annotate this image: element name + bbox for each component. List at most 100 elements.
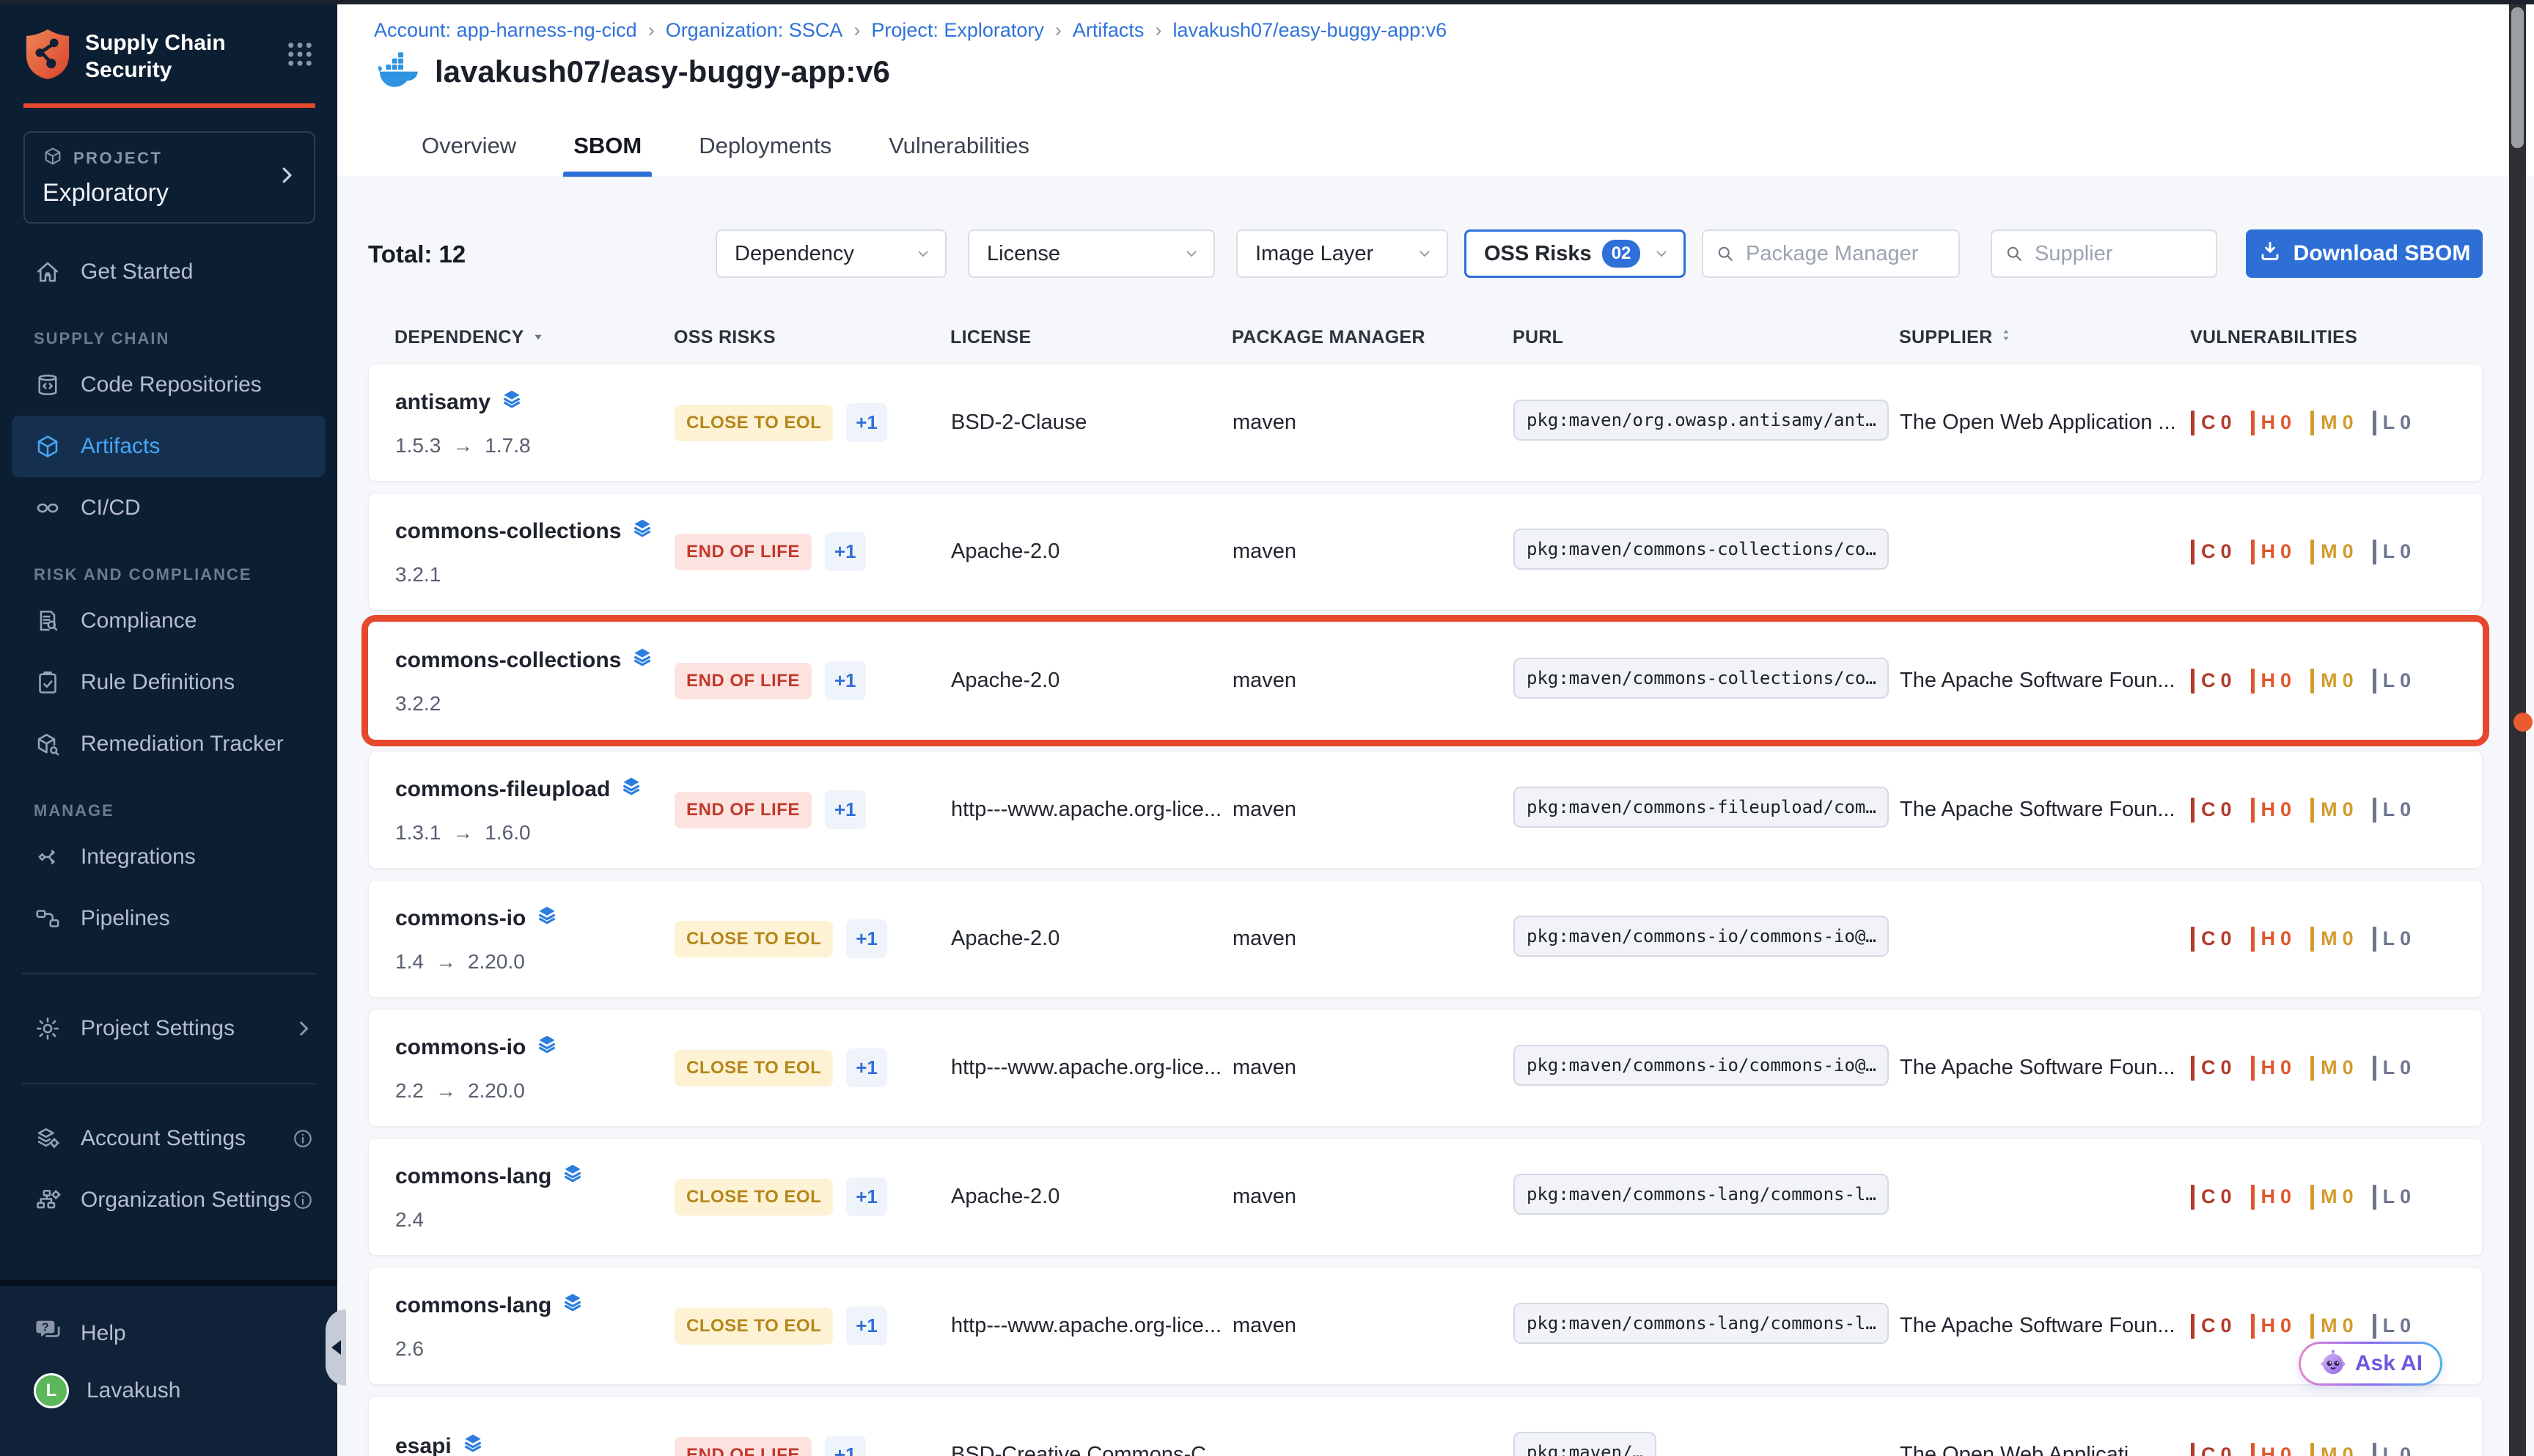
sidebar-item-rule-definitions[interactable]: Rule Definitions	[12, 652, 326, 713]
help-chat-question-icon: ?	[34, 1316, 63, 1351]
package-manager-cell: maven	[1233, 540, 1513, 564]
ask-ai-button[interactable]: Ask AI	[2299, 1342, 2442, 1386]
dependency-version: 1.5.3 → 1.7.8	[395, 434, 675, 457]
vuln-count-critical: C0	[2191, 798, 2232, 823]
tab-deployments[interactable]: Deployments	[688, 133, 842, 177]
license-filter-label: License	[987, 242, 1060, 266]
sidebar-collapse-handle[interactable]	[326, 1309, 346, 1386]
risk-more-badge[interactable]: +1	[825, 532, 866, 571]
risk-more-badge[interactable]: +1	[825, 1435, 866, 1456]
user-profile[interactable]: L Lavakush	[0, 1362, 337, 1419]
column-header-purl[interactable]: PURL	[1513, 327, 1899, 348]
purl-chip[interactable]: pkg:maven/commons-collections/co…	[1513, 658, 1889, 699]
package-manager-search-input[interactable]	[1744, 241, 1947, 267]
breadcrumb-item-0[interactable]: Account: app-harness-ng-cicd	[374, 19, 637, 42]
tab-overview[interactable]: Overview	[411, 133, 526, 177]
download-sbom-label: Download SBOM	[2294, 241, 2471, 266]
risk-more-badge[interactable]: +1	[846, 1177, 887, 1216]
download-sbom-button[interactable]: Download SBOM	[2246, 229, 2483, 278]
breadcrumb-separator: ›	[1155, 19, 1161, 42]
purl-chip[interactable]: pkg:maven/commons-lang/commons-l…	[1513, 1303, 1889, 1344]
license-filter-dropdown[interactable]: License	[968, 229, 1215, 278]
breadcrumb-item-3[interactable]: Artifacts	[1073, 19, 1145, 42]
table-row-commons-io[interactable]: commons-io 1.4 → 2.20.0 CLOSE TO EOL +1 …	[368, 880, 2483, 998]
project-selector[interactable]: PROJECT Exploratory	[23, 131, 315, 224]
purl-chip[interactable]: pkg:maven/org.owasp.antisamy/ant…	[1513, 400, 1889, 441]
severity-bar-icon	[2251, 1314, 2255, 1339]
project-name: Exploratory	[43, 179, 169, 207]
oss-risks-filter-dropdown[interactable]: OSS Risks 02	[1464, 229, 1686, 278]
tab-vulnerabilities[interactable]: Vulnerabilities	[878, 133, 1040, 177]
license-cell: Apache-2.0	[951, 1185, 1233, 1209]
sidebar-item-account-settings[interactable]: Account Settings	[12, 1108, 326, 1169]
ai-robot-icon	[2318, 1347, 2348, 1380]
table-header: DEPENDENCY OSS RISKSLICENSEPACKAGE MANAGE…	[368, 321, 2483, 353]
column-header-dependency[interactable]: DEPENDENCY	[394, 327, 674, 348]
table-row-commons-fileupload[interactable]: commons-fileupload 1.3.1 → 1.6.0 END OF …	[368, 751, 2483, 869]
sidebar-item-get-started[interactable]: Get Started	[12, 241, 326, 303]
column-header-vulnerabilities[interactable]: VULNERABILITIES	[2190, 327, 2483, 348]
info-icon[interactable]	[292, 1189, 314, 1211]
column-header-supplier[interactable]: SUPPLIER	[1899, 327, 2190, 348]
purl-chip[interactable]: pkg:maven/commons-io/commons-io@…	[1513, 1045, 1889, 1086]
column-header-license[interactable]: LICENSE	[950, 327, 1232, 348]
tab-sbom[interactable]: SBOM	[563, 133, 652, 177]
severity-bar-icon	[2251, 411, 2255, 435]
risk-more-badge[interactable]: +1	[846, 1048, 887, 1087]
risk-badge: END OF LIFE	[675, 792, 812, 828]
help-button[interactable]: ? Help	[0, 1305, 337, 1362]
vuln-count-low: L0	[2373, 927, 2412, 952]
image-layer-filter-dropdown[interactable]: Image Layer	[1236, 229, 1448, 278]
sidebar-item-remediation-tracker[interactable]: Remediation Tracker	[12, 713, 326, 775]
breadcrumb-item-2[interactable]: Project: Exploratory	[871, 19, 1044, 42]
table-row-commons-collections[interactable]: commons-collections 3.2.1 END OF LIFE +1…	[368, 493, 2483, 611]
sidebar-item-project-settings[interactable]: Project Settings	[12, 998, 326, 1059]
sidebar-item-integrations[interactable]: Integrations	[12, 826, 326, 888]
risk-more-badge[interactable]: +1	[846, 403, 887, 442]
table-row-antisamy[interactable]: antisamy 1.5.3 → 1.7.8 CLOSE TO EOL +1 B…	[368, 364, 2483, 482]
app-switcher-grid-icon[interactable]	[284, 39, 315, 73]
sidebar-item-artifacts[interactable]: Artifacts	[12, 416, 326, 477]
breadcrumb-item-1[interactable]: Organization: SSCA	[666, 19, 843, 42]
sidebar-item-organization-settings[interactable]: Organization Settings	[12, 1169, 326, 1231]
column-header-oss-risks[interactable]: OSS RISKS	[674, 327, 950, 348]
purl-chip[interactable]: pkg:maven/…	[1513, 1432, 1656, 1456]
dependency-filter-dropdown[interactable]: Dependency	[716, 229, 947, 278]
package-manager-cell: maven	[1233, 669, 1513, 693]
info-icon[interactable]	[292, 1128, 314, 1150]
vuln-count-low: L0	[2373, 1056, 2412, 1081]
supplier-search-input[interactable]	[2033, 241, 2204, 267]
column-label: DEPENDENCY	[394, 327, 524, 348]
purl-chip[interactable]: pkg:maven/commons-io/commons-io@…	[1513, 916, 1889, 957]
column-label: PACKAGE MANAGER	[1232, 327, 1425, 348]
risk-more-badge[interactable]: +1	[825, 790, 866, 829]
project-label: PROJECT	[73, 149, 162, 168]
purl-chip[interactable]: pkg:maven/commons-lang/commons-l…	[1513, 1174, 1889, 1215]
severity-bar-icon	[2310, 1443, 2314, 1456]
breadcrumb-item-4[interactable]: lavakush07/easy-buggy-app:v6	[1172, 19, 1447, 42]
table-row-esapi[interactable]: esapi END OF LIFE +1 BSD-Creative Common…	[368, 1396, 2483, 1456]
purl-cell: pkg:maven/commons-lang/commons-l…	[1513, 1303, 1900, 1350]
purl-chip[interactable]: pkg:maven/commons-collections/co…	[1513, 529, 1889, 570]
risk-more-badge[interactable]: +1	[846, 919, 887, 958]
table-row-commons-lang[interactable]: commons-lang 2.4 CLOSE TO EOL +1 Apache-…	[368, 1138, 2483, 1256]
risk-badge: END OF LIFE	[675, 534, 812, 570]
sidebar-item-pipelines[interactable]: Pipelines	[12, 888, 326, 949]
risk-more-badge[interactable]: +1	[846, 1306, 887, 1345]
table-row-commons-collections[interactable]: commons-collections 3.2.2 END OF LIFE +1…	[368, 622, 2483, 740]
vuln-count-high: H0	[2251, 540, 2292, 565]
scrollbar-thumb[interactable]	[2511, 7, 2524, 148]
nav-section-risk-and-compliance: RISK AND COMPLIANCE	[34, 565, 326, 584]
sidebar-item-code-repositories[interactable]: Code Repositories	[12, 354, 326, 416]
table-row-commons-io[interactable]: commons-io 2.2 → 2.20.0 CLOSE TO EOL +1 …	[368, 1009, 2483, 1127]
severity-bar-icon	[2251, 540, 2255, 565]
column-header-package-manager[interactable]: PACKAGE MANAGER	[1232, 327, 1513, 348]
license-cell: Apache-2.0	[951, 927, 1233, 951]
package-manager-cell: maven	[1233, 1056, 1513, 1080]
sidebar-item-ci-cd[interactable]: CI/CD	[12, 477, 326, 539]
breadcrumb-separator: ›	[1055, 19, 1062, 42]
purl-chip[interactable]: pkg:maven/commons-fileupload/com…	[1513, 787, 1889, 828]
risk-more-badge[interactable]: +1	[825, 661, 866, 700]
table-row-commons-lang[interactable]: commons-lang 2.6 CLOSE TO EOL +1 http---…	[368, 1267, 2483, 1385]
sidebar-item-compliance[interactable]: Compliance	[12, 590, 326, 652]
